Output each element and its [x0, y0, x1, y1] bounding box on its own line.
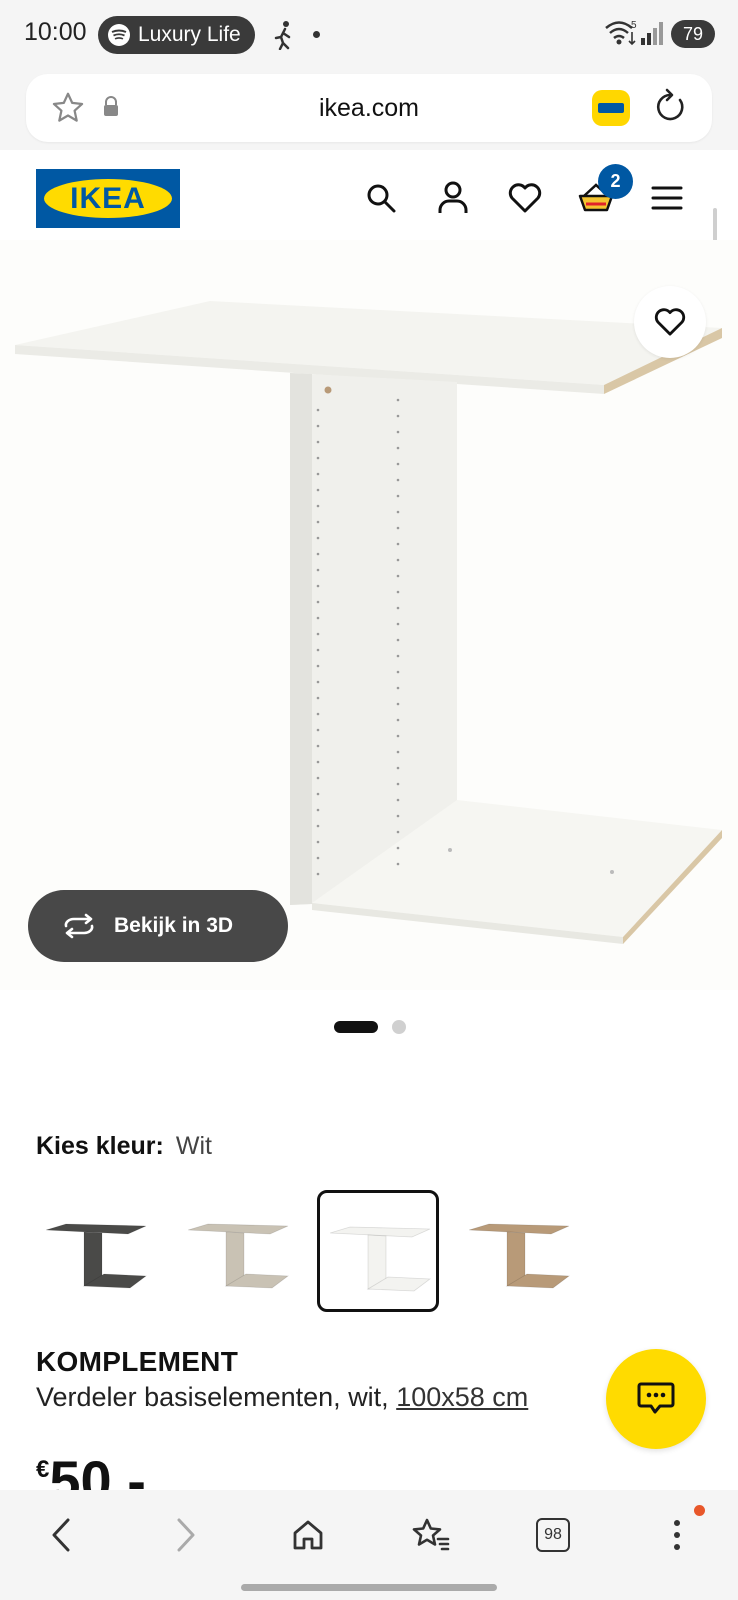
- price-amount: 50: [49, 1449, 112, 1491]
- status-time: 10:00: [24, 18, 87, 46]
- back-icon[interactable]: [36, 1510, 86, 1560]
- home-icon[interactable]: [283, 1510, 333, 1560]
- price-currency: €: [36, 1456, 50, 1483]
- tabs-button[interactable]: 98: [528, 1510, 578, 1560]
- forward-icon[interactable]: [161, 1510, 211, 1560]
- product-description-text: Verdeler basiselementen, wit,: [36, 1382, 389, 1412]
- reload-icon[interactable]: [652, 88, 688, 131]
- color-swatch-white[interactable]: [317, 1190, 439, 1312]
- media-pill[interactable]: Luxury Life: [98, 16, 255, 54]
- view-in-3d-label: Bekijk in 3D: [114, 914, 234, 937]
- color-selector-heading: Kies kleur: Wit: [36, 1132, 212, 1161]
- search-icon[interactable]: [361, 178, 401, 218]
- battery-icon: 79: [671, 20, 715, 48]
- color-swatch-beige[interactable]: [178, 1190, 300, 1312]
- heart-icon: [654, 308, 686, 336]
- hamburger-menu-icon[interactable]: [647, 178, 687, 218]
- notification-dot: [313, 31, 320, 38]
- tabs-icon: 98: [536, 1518, 570, 1552]
- bookmarks-icon[interactable]: [406, 1510, 456, 1560]
- signal-icon: [640, 20, 666, 51]
- color-label: Kies kleur:: [36, 1132, 164, 1160]
- color-value: Wit: [175, 1132, 212, 1160]
- product-image[interactable]: [0, 240, 738, 990]
- product-price: €50,-: [36, 1448, 146, 1490]
- ikea-logo[interactable]: IKEA: [36, 169, 180, 228]
- wifi-label: 5: [631, 20, 637, 31]
- logo-text: IKEA: [70, 181, 146, 215]
- gallery-pagination[interactable]: [334, 1020, 406, 1034]
- spotify-icon: [108, 24, 130, 46]
- save-to-favourites-button[interactable]: [634, 286, 706, 358]
- wifi-icon: 5: [604, 18, 638, 53]
- chat-button[interactable]: [606, 1349, 706, 1449]
- ikea-app-icon[interactable]: [592, 90, 630, 126]
- status-bar: 10:00 Luxury Life 5 79: [0, 0, 738, 70]
- divider-illustration: [15, 301, 722, 944]
- account-icon[interactable]: [433, 178, 473, 218]
- price-suffix: ,-: [111, 1449, 146, 1490]
- color-swatch-dark[interactable]: [36, 1190, 158, 1312]
- address-bar[interactable]: ikea.com: [26, 74, 712, 142]
- product-size-link[interactable]: 100x58 cm: [396, 1382, 528, 1412]
- color-swatch-oak[interactable]: [459, 1190, 581, 1312]
- rotate-3d-icon: [64, 913, 94, 939]
- product-name: KOMPLEMENT: [36, 1346, 239, 1377]
- gesture-home-bar[interactable]: [241, 1584, 497, 1591]
- chat-icon: [637, 1382, 675, 1414]
- more-vertical-icon[interactable]: [652, 1510, 702, 1560]
- view-in-3d-button[interactable]: Bekijk in 3D: [28, 890, 288, 962]
- gallery-dot[interactable]: [392, 1020, 406, 1034]
- walking-icon: [272, 20, 296, 55]
- gallery-dot-active[interactable]: [334, 1021, 378, 1033]
- product-description: Verdeler basiselementen, wit, 100x58 cm: [36, 1382, 528, 1413]
- heart-icon[interactable]: [505, 178, 545, 218]
- cart-count-badge: 2: [598, 164, 633, 199]
- menu-notification-dot: [694, 1505, 705, 1516]
- media-title: Luxury Life: [138, 23, 241, 46]
